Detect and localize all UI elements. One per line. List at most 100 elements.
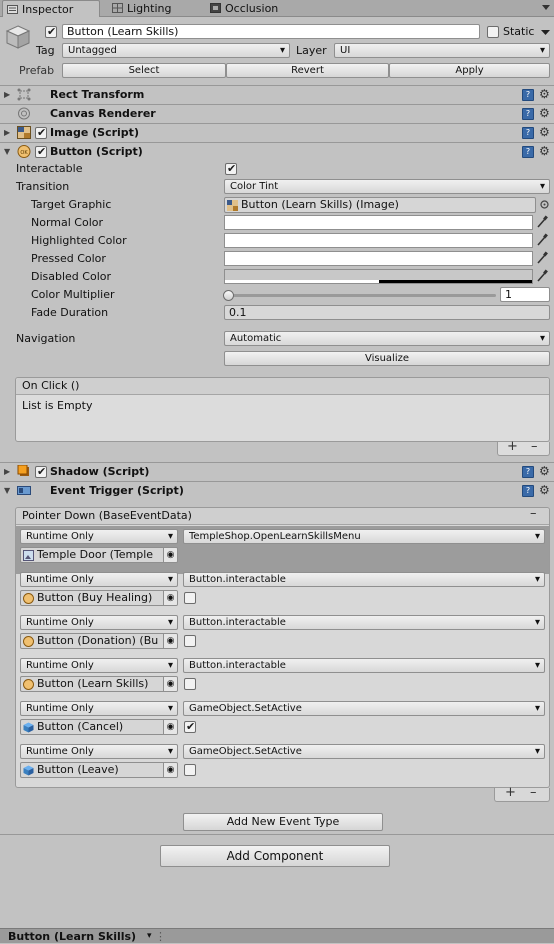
help-icon[interactable]: ?	[522, 127, 534, 139]
event-trigger-header[interactable]: ▼ Event Trigger (Script) ? ⚙	[0, 481, 554, 499]
tag-dropdown[interactable]: Untagged	[62, 43, 290, 58]
button-script-header[interactable]: ▼ OK Button (Script) ? ⚙	[0, 142, 554, 160]
entry-bool-checkbox[interactable]	[184, 764, 196, 776]
entry-object-field[interactable]: Button (Cancel) ◉	[20, 719, 178, 735]
navigation-dropdown[interactable]: Automatic	[224, 331, 550, 346]
object-picker-icon[interactable]: ◉	[163, 591, 177, 605]
disabled-color-swatch[interactable]	[224, 269, 533, 284]
object-picker-icon[interactable]: ◉	[163, 548, 177, 562]
color-multiplier-slider-track[interactable]	[228, 294, 496, 297]
button-enabled-checkbox[interactable]	[35, 145, 47, 158]
visualize-button[interactable]: Visualize	[224, 351, 550, 366]
gear-icon[interactable]: ⚙	[539, 106, 550, 120]
entry-bool-checkbox[interactable]	[184, 720, 196, 733]
entry-function-dropdown[interactable]: Button.interactable	[183, 572, 545, 587]
target-graphic-field[interactable]: Button (Learn Skills) (Image)	[224, 197, 536, 213]
fold-right-icon[interactable]: ▶	[4, 128, 10, 137]
gear-icon[interactable]: ⚙	[539, 144, 550, 158]
svg-text:OK: OK	[20, 150, 28, 156]
plus-icon[interactable]: +	[507, 439, 518, 454]
static-checkbox[interactable]	[487, 26, 499, 38]
entry-mode-dropdown[interactable]: Runtime Only	[20, 572, 178, 587]
plus-icon[interactable]: +	[505, 785, 516, 800]
entry-object-field[interactable]: Button (Leave) ◉	[20, 762, 178, 778]
remove-event-icon[interactable]: –	[530, 506, 537, 521]
entry-object-field[interactable]: Button (Buy Healing) ◉	[20, 590, 178, 606]
eyedropper-icon[interactable]	[536, 215, 549, 229]
entry-function-dropdown[interactable]: Button.interactable	[183, 615, 545, 630]
entry-bool-checkbox[interactable]	[184, 678, 196, 690]
interactable-checkbox[interactable]	[225, 162, 237, 175]
entry-mode-dropdown[interactable]: Runtime Only	[20, 658, 178, 673]
object-name-field[interactable]: Button (Learn Skills)	[62, 24, 480, 39]
fold-right-icon[interactable]: ▶	[4, 467, 10, 476]
static-dropdown-icon[interactable]	[541, 27, 550, 36]
tab-inspector[interactable]: Inspector	[2, 0, 100, 17]
tab-occlusion[interactable]: Occlusion	[206, 0, 306, 17]
eyedropper-icon[interactable]	[536, 269, 549, 283]
entry-object-field[interactable]: Temple Door (Temple ◉	[20, 547, 178, 563]
entry-mode-dropdown[interactable]: Runtime Only	[20, 744, 178, 759]
help-icon[interactable]: ?	[522, 146, 534, 158]
object-picker-icon[interactable]	[539, 199, 550, 210]
object-picker-icon[interactable]: ◉	[163, 720, 177, 734]
fold-right-icon[interactable]: ▶	[4, 90, 10, 99]
help-icon[interactable]: ?	[522, 466, 534, 478]
rect-transform-header[interactable]: ▶ Rect Transform ? ⚙	[0, 85, 554, 103]
entry-bool-checkbox[interactable]	[184, 592, 196, 604]
color-multiplier-slider-thumb[interactable]	[223, 290, 234, 301]
gear-icon[interactable]: ⚙	[539, 125, 550, 139]
help-icon[interactable]: ?	[522, 89, 534, 101]
minus-icon[interactable]: –	[531, 439, 538, 454]
entry-mode-dropdown[interactable]: Runtime Only	[20, 615, 178, 630]
pointer-down-header: Pointer Down (BaseEventData) –	[16, 506, 549, 525]
highlighted-color-swatch[interactable]	[224, 233, 533, 248]
prefab-apply-button[interactable]: Apply	[389, 63, 550, 78]
tab-lighting[interactable]: Lighting	[108, 0, 198, 17]
onclick-empty-text: List is Empty	[22, 399, 93, 412]
transition-label: Transition	[16, 180, 70, 193]
eyedropper-icon[interactable]	[536, 233, 549, 247]
add-new-event-type-button[interactable]: Add New Event Type	[183, 813, 383, 831]
footer-resize-handle[interactable]: ⋮	[155, 929, 166, 944]
entry-function-dropdown[interactable]: Button.interactable	[183, 658, 545, 673]
entry-mode-dropdown[interactable]: Runtime Only	[20, 701, 178, 716]
help-icon[interactable]: ?	[522, 108, 534, 120]
normal-color-swatch[interactable]	[224, 215, 533, 230]
gear-icon[interactable]: ⚙	[539, 87, 550, 101]
canvas-renderer-header[interactable]: Canvas Renderer ? ⚙	[0, 104, 554, 122]
color-multiplier-field[interactable]: 1	[500, 287, 550, 302]
add-component-button[interactable]: Add Component	[160, 845, 390, 867]
layer-dropdown[interactable]: UI	[334, 43, 550, 58]
entry-function-dropdown[interactable]: GameObject.SetActive	[183, 701, 545, 716]
pressed-color-swatch[interactable]	[224, 251, 533, 266]
object-picker-icon[interactable]: ◉	[163, 763, 177, 777]
panel-menu-icon[interactable]	[541, 3, 551, 13]
entry-bool-checkbox[interactable]	[184, 635, 196, 647]
fold-down-icon[interactable]: ▼	[4, 486, 10, 495]
footer-dropdown-icon[interactable]: ▾	[147, 929, 152, 944]
lighting-icon	[112, 1, 123, 13]
entry-mode-dropdown[interactable]: Runtime Only	[20, 529, 178, 544]
gear-icon[interactable]: ⚙	[539, 483, 550, 497]
fold-down-icon[interactable]: ▼	[4, 147, 10, 156]
entry-object-field[interactable]: Button (Donation) (Bu ◉	[20, 633, 178, 649]
image-script-header[interactable]: ▶ Image (Script) ? ⚙	[0, 123, 554, 141]
gear-icon[interactable]: ⚙	[539, 464, 550, 478]
eyedropper-icon[interactable]	[536, 251, 549, 265]
shadow-enabled-checkbox[interactable]	[35, 465, 47, 478]
image-enabled-checkbox[interactable]	[35, 126, 47, 139]
shadow-script-header[interactable]: ▶ Shadow (Script) ? ⚙	[0, 462, 554, 480]
prefab-select-button[interactable]: Select	[62, 63, 226, 78]
entry-object-field[interactable]: Button (Learn Skills) ◉	[20, 676, 178, 692]
entry-function-dropdown[interactable]: TempleShop.OpenLearnSkillsMenu	[183, 529, 545, 544]
prefab-revert-button[interactable]: Revert	[226, 63, 389, 78]
active-checkbox[interactable]	[45, 25, 57, 38]
help-icon[interactable]: ?	[522, 485, 534, 497]
entry-function-dropdown[interactable]: GameObject.SetActive	[183, 744, 545, 759]
object-picker-icon[interactable]: ◉	[163, 634, 177, 648]
fade-duration-field[interactable]: 0.1	[224, 305, 550, 320]
object-picker-icon[interactable]: ◉	[163, 677, 177, 691]
minus-icon[interactable]: –	[530, 785, 537, 800]
transition-dropdown[interactable]: Color Tint	[224, 179, 550, 194]
